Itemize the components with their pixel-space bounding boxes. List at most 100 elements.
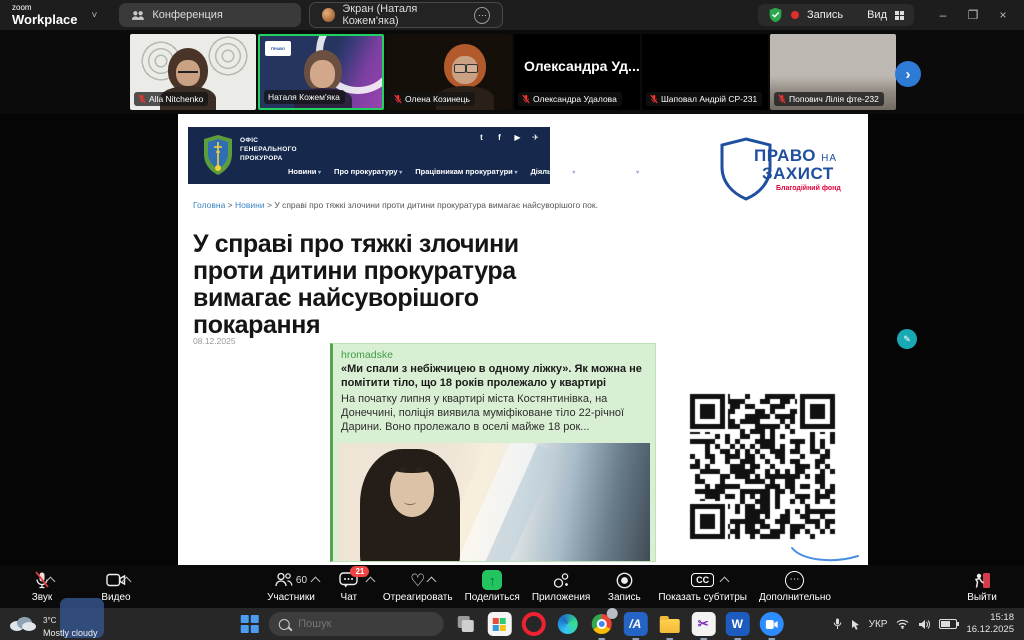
view-label[interactable]: Вид: [867, 9, 887, 21]
chat-options-chevron[interactable]: [366, 576, 376, 586]
language-indicator[interactable]: УКР: [869, 619, 888, 630]
nav-about[interactable]: Про прокуратуру: [334, 167, 402, 176]
tab-conference[interactable]: Конференция: [119, 3, 301, 27]
file-explorer-icon[interactable]: [657, 612, 681, 636]
youtube-icon[interactable]: ▶: [513, 133, 522, 142]
tab-screen-share[interactable]: Экран (Наталя Кожем'яка) ⋯: [309, 2, 503, 28]
participant-tile-oleksandra[interactable]: Олександра Уд... Олександра Удалова: [514, 34, 640, 110]
social-icons: t f ▶ ✈: [477, 133, 540, 142]
tab-screen-label: Экран (Наталя Кожем'яка): [342, 3, 467, 27]
participant-filmstrip: Alla Nitchenko ПРАВО Наталя Кожем'яка: [0, 30, 1024, 114]
view-grid-icon[interactable]: [895, 11, 904, 20]
word-icon[interactable]: W: [725, 612, 749, 636]
quote-body: На початку липня у квартирі міста Костян…: [341, 392, 645, 435]
apps-icon: [553, 572, 570, 589]
participant-name-label: Олександра Удалова: [518, 92, 622, 106]
participant-name: Олена Козинець: [405, 94, 470, 104]
mic-muted-icon: [778, 94, 786, 104]
participants-count: 60: [296, 575, 307, 586]
captions-button[interactable]: CC Показать субтитры: [652, 571, 753, 603]
participant-tile-shapoval[interactable]: Шаповал Андрій СР-231: [642, 34, 768, 110]
leave-button[interactable]: Выйти: [954, 571, 1010, 603]
participant-name-label: Шаповал Андрій СР-231: [646, 92, 762, 106]
participant-name-label: Alla Nitchenko: [134, 92, 208, 106]
nav-activity[interactable]: Діяльність: [530, 167, 575, 176]
video-label: Видео: [101, 592, 130, 603]
security-shield-icon[interactable]: [768, 7, 783, 23]
taskbar-search[interactable]: [268, 612, 443, 636]
participant-name: Шаповал Андрій СР-231: [661, 94, 757, 104]
microsoft-store-icon[interactable]: [487, 612, 511, 636]
mic-muted-icon: [138, 94, 146, 104]
react-button[interactable]: ♡ Отреагировать: [377, 571, 459, 603]
audio-label: Звук: [32, 592, 53, 603]
zoom-app-icon[interactable]: [759, 612, 783, 636]
nav-employees[interactable]: Працівникам прокуратури: [415, 167, 517, 176]
search-input[interactable]: [296, 617, 410, 631]
participant-name-label: Олена Козинець: [390, 92, 475, 106]
audio-button[interactable]: Звук: [14, 571, 70, 603]
nav-news[interactable]: Новини: [288, 167, 321, 176]
chevron-down-icon[interactable]: ˅: [92, 10, 98, 21]
restore-button[interactable]: ❐: [958, 0, 988, 30]
cloud-icon: [8, 616, 38, 632]
share-label: Поделиться: [465, 592, 520, 603]
record-button[interactable]: Запись: [596, 571, 652, 603]
weather-condition: Mostly cloudy: [43, 628, 98, 638]
telegram-icon[interactable]: ✈: [531, 133, 540, 142]
next-participants-button[interactable]: ›: [895, 61, 921, 87]
taskbar-clock[interactable]: 15:18 16.12.2025: [966, 612, 1014, 636]
battery-icon[interactable]: [939, 619, 957, 629]
close-button[interactable]: ×: [988, 0, 1018, 30]
chrome-icon[interactable]: [589, 612, 613, 636]
participant-name-label: Попович Лілія фте-232: [774, 92, 884, 106]
apps-button[interactable]: Приложения: [526, 571, 597, 603]
breadcrumb-news[interactable]: Новини: [235, 200, 265, 210]
participants-options-chevron[interactable]: [311, 576, 321, 586]
edge-icon[interactable]: [555, 612, 579, 636]
react-options-chevron[interactable]: [427, 576, 437, 586]
minimize-button[interactable]: –: [928, 0, 958, 30]
annotation-cursor-dot[interactable]: ✎: [897, 329, 917, 349]
tab-options-icon[interactable]: ⋯: [474, 7, 490, 24]
opera-icon[interactable]: [521, 612, 545, 636]
participants-button[interactable]: 60 Участники: [261, 571, 321, 603]
facebook-icon[interactable]: f: [495, 133, 504, 142]
participant-tile-alla[interactable]: Alla Nitchenko: [130, 34, 256, 110]
wifi-icon[interactable]: [896, 619, 909, 629]
start-button[interactable]: [241, 615, 259, 633]
record-icon: [616, 572, 633, 589]
org-name: ОФІС ГЕНЕРАЛЬНОГО ПРОКУРОРА: [240, 137, 297, 163]
twitter-icon[interactable]: t: [477, 133, 486, 142]
fund-logo-sub: Благодійний фонд: [776, 185, 841, 192]
tab-conference-label: Конференция: [152, 9, 222, 21]
breadcrumb-home[interactable]: Головна: [193, 200, 225, 210]
recording-dot-icon: [791, 11, 799, 19]
more-button[interactable]: ⋯ Дополнительно: [753, 571, 837, 603]
share-button[interactable]: ↑ Поделиться: [459, 571, 526, 603]
quote-source[interactable]: hromadske: [341, 349, 645, 361]
fund-logo-line1: ПРАВО НА: [754, 146, 837, 166]
blue-a-app-icon[interactable]: /A: [623, 612, 647, 636]
tray-pointer-icon[interactable]: [851, 619, 860, 630]
task-view-icon[interactable]: [453, 612, 477, 636]
participant-tile-olena[interactable]: Олена Козинець: [386, 34, 512, 110]
volume-icon[interactable]: [918, 619, 930, 630]
captions-label: Показать субтитры: [658, 592, 747, 603]
participant-tile-popovych[interactable]: Попович Лілія фте-232: [770, 34, 896, 110]
fund-logo-line2: ЗАХИСТ: [762, 164, 834, 184]
chat-label: Чат: [341, 592, 358, 603]
tray-mic-icon[interactable]: [833, 618, 842, 630]
record-label: Запись: [608, 592, 641, 603]
participant-tile-natalia-active-speaker[interactable]: ПРАВО Наталя Кожем'яка: [258, 34, 384, 110]
chat-button[interactable]: 21 Чат: [321, 571, 377, 603]
fund-logo-chip: ПРАВО: [265, 41, 291, 56]
participant-overlay-name: Олександра Уд...: [514, 58, 640, 74]
captions-options-chevron[interactable]: [720, 576, 730, 586]
snipping-tool-icon[interactable]: ✂: [691, 612, 715, 636]
participants-label: Участники: [267, 592, 315, 603]
nav-citizens[interactable]: Громадянам: [588, 167, 639, 176]
org-line2: ГЕНЕРАЛЬНОГО: [240, 146, 297, 155]
taskbar-weather-widget[interactable]: 3°C Mostly cloudy: [8, 610, 158, 638]
prosecutor-site-header: ОФІС ГЕНЕРАЛЬНОГО ПРОКУРОРА t f ▶ ✈ Нови…: [188, 127, 550, 184]
